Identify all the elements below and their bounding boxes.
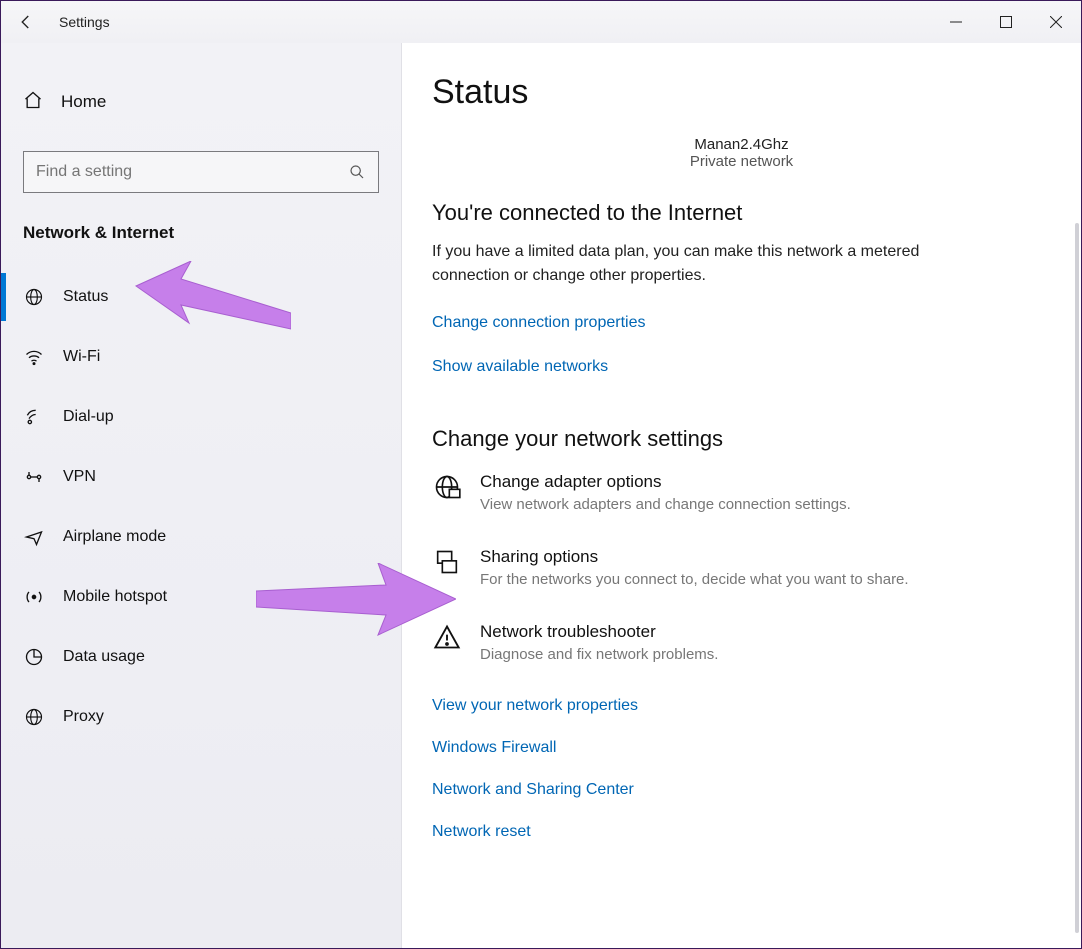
option-desc: For the networks you connect to, decide … [480, 571, 909, 588]
sidebar-item-wifi[interactable]: Wi-Fi [1, 327, 401, 387]
sidebar-item-datausage[interactable]: Data usage [1, 627, 401, 687]
sidebar-item-label: Status [63, 288, 108, 306]
option-label: Change adapter options [480, 472, 851, 492]
sidebar-item-label: Airplane mode [63, 528, 166, 546]
link-change-connection-properties[interactable]: Change connection properties [432, 314, 1051, 332]
titlebar: Settings [1, 1, 1081, 43]
sidebar-item-label: VPN [63, 468, 96, 486]
sidebar-item-label: Mobile hotspot [63, 588, 167, 606]
adapter-icon [432, 472, 462, 502]
sidebar-item-proxy[interactable]: Proxy [1, 687, 401, 747]
sidebar-item-label: Dial-up [63, 408, 114, 426]
network-info: Manan2.4Ghz Private network [592, 136, 892, 170]
datausage-icon [23, 646, 45, 668]
home-label: Home [61, 92, 106, 112]
minimize-button[interactable] [931, 1, 981, 43]
link-network-sharing-center[interactable]: Network and Sharing Center [432, 781, 1051, 799]
sidebar-item-label: Wi-Fi [63, 348, 100, 366]
link-view-network-properties[interactable]: View your network properties [432, 697, 1051, 715]
search-icon [336, 164, 378, 180]
sidebar-item-vpn[interactable]: VPN [1, 447, 401, 507]
home-icon [23, 90, 43, 115]
wifi-icon [23, 346, 45, 368]
warning-icon [432, 622, 462, 652]
page-title: Status [432, 73, 1051, 112]
change-settings-heading: Change your network settings [432, 426, 1051, 452]
option-troubleshooter[interactable]: Network troubleshooter Diagnose and fix … [432, 622, 1051, 663]
link-windows-firewall[interactable]: Windows Firewall [432, 739, 1051, 757]
search-input[interactable] [24, 152, 336, 192]
content-pane: Status Manan2.4Ghz Private network You'r… [401, 43, 1081, 948]
link-network-reset[interactable]: Network reset [432, 823, 1051, 841]
option-change-adapter[interactable]: Change adapter options View network adap… [432, 472, 1051, 513]
connected-body: If you have a limited data plan, you can… [432, 240, 972, 288]
airplane-icon [23, 526, 45, 548]
option-label: Sharing options [480, 547, 909, 567]
proxy-icon [23, 706, 45, 728]
window-title: Settings [51, 14, 110, 30]
network-name: Manan2.4Ghz [592, 136, 892, 153]
link-show-available-networks[interactable]: Show available networks [432, 358, 1051, 376]
sharing-icon [432, 547, 462, 577]
sidebar: Home Network & Internet Status Wi-Fi [1, 43, 401, 948]
option-desc: View network adapters and change connect… [480, 496, 851, 513]
option-sharing[interactable]: Sharing options For the networks you con… [432, 547, 1051, 588]
globe-icon [23, 286, 45, 308]
sidebar-item-airplane[interactable]: Airplane mode [1, 507, 401, 567]
back-button[interactable] [1, 1, 51, 43]
option-label: Network troubleshooter [480, 622, 718, 642]
vpn-icon [23, 466, 45, 488]
option-desc: Diagnose and fix network problems. [480, 646, 718, 663]
sidebar-item-dialup[interactable]: Dial-up [1, 387, 401, 447]
hotspot-icon [23, 586, 45, 608]
maximize-button[interactable] [981, 1, 1031, 43]
search-box[interactable] [23, 151, 379, 193]
sidebar-item-hotspot[interactable]: Mobile hotspot [1, 567, 401, 627]
connected-heading: You're connected to the Internet [432, 200, 1051, 226]
sidebar-item-label: Data usage [63, 648, 145, 666]
close-button[interactable] [1031, 1, 1081, 43]
network-type: Private network [592, 153, 892, 170]
dialup-icon [23, 406, 45, 428]
sidebar-item-label: Proxy [63, 708, 104, 726]
scrollbar[interactable] [1075, 223, 1079, 933]
category-heading: Network & Internet [1, 223, 401, 267]
home-button[interactable]: Home [1, 77, 401, 127]
sidebar-item-status[interactable]: Status [1, 267, 401, 327]
